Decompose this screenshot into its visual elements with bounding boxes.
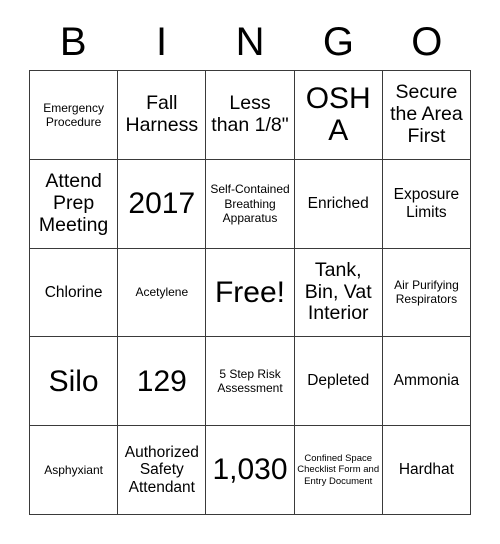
bingo-header-letter-n: N — [235, 20, 265, 64]
bingo-row: Attend Prep Meeting 2017 Self-Contained … — [30, 159, 472, 249]
bingo-cell-label: Secure the Area First — [390, 81, 463, 147]
bingo-cell[interactable]: Acetylene — [118, 248, 207, 338]
bingo-cell-label: Enriched — [307, 194, 369, 212]
bingo-cell[interactable]: Hardhat — [382, 426, 472, 515]
bingo-header-letter-i: I — [156, 20, 168, 64]
bingo-cell[interactable]: Silo — [30, 337, 119, 427]
bingo-cell-label: Depleted — [307, 372, 370, 390]
bingo-cell-label: Less than 1/8" — [211, 92, 289, 136]
bingo-cell-label: Confined Space Checklist Form and Entry … — [297, 453, 380, 487]
bingo-cell-label: Chlorine — [44, 283, 103, 301]
bingo-cell-label: 1,030 — [212, 453, 288, 487]
bingo-row: Emergency Procedure Fall Harness Less th… — [30, 71, 472, 160]
bingo-cell[interactable]: Chlorine — [30, 248, 119, 338]
bingo-cell-label: Tank, Bin, Vat Interior — [304, 258, 372, 325]
bingo-cell-label: Free! — [214, 275, 286, 309]
bingo-cell[interactable]: Secure the Area First — [382, 71, 472, 160]
bingo-cell-label: Hardhat — [398, 461, 454, 479]
bingo-cell[interactable]: Emergency Procedure — [30, 71, 119, 160]
bingo-cell[interactable]: Tank, Bin, Vat Interior — [294, 248, 383, 338]
bingo-cell-label: Silo — [48, 364, 99, 398]
bingo-grid: Emergency Procedure Fall Harness Less th… — [29, 70, 472, 515]
bingo-cell-label: Authorized Safety Attendant — [124, 443, 199, 496]
bingo-cell[interactable]: Attend Prep Meeting — [30, 159, 119, 249]
bingo-cell[interactable]: Exposure Limits — [382, 159, 472, 249]
bingo-cell[interactable]: Fall Harness — [118, 71, 207, 160]
bingo-cell-label: Ammonia — [393, 372, 460, 390]
bingo-cell-label: Fall Harness — [125, 92, 199, 136]
bingo-cell-label: Emergency Procedure — [43, 100, 104, 129]
bingo-cell-label: Self-Contained Breathing Apparatus — [210, 182, 290, 225]
bingo-cell[interactable]: 129 — [118, 337, 207, 427]
bingo-cell[interactable]: Confined Space Checklist Form and Entry … — [294, 426, 383, 515]
bingo-header-letter-g: G — [322, 20, 354, 64]
bingo-cell-free-space[interactable]: Free! — [206, 248, 295, 338]
bingo-cell[interactable]: 1,030 — [206, 426, 295, 515]
bingo-cell-label: Air Purifying Respirators — [394, 278, 459, 307]
bingo-cell[interactable]: Authorized Safety Attendant — [118, 426, 207, 515]
bingo-cell-label: OSHA — [305, 82, 371, 147]
bingo-cell[interactable]: 2017 — [118, 159, 207, 249]
bingo-cell[interactable]: Enriched — [294, 159, 383, 249]
bingo-card: B I N G O Emergency Procedure Fall Harne… — [29, 14, 472, 515]
bingo-cell[interactable]: Self-Contained Breathing Apparatus — [206, 159, 295, 249]
bingo-cell[interactable]: Air Purifying Respirators — [382, 248, 472, 338]
bingo-cell-label: 5 Step Risk Assessment — [217, 367, 283, 396]
bingo-row: Silo 129 5 Step Risk Assessment Depleted… — [30, 337, 472, 427]
bingo-cell[interactable]: 5 Step Risk Assessment — [206, 337, 295, 427]
bingo-cell-label: Acetylene — [135, 285, 189, 300]
bingo-cell[interactable]: Depleted — [294, 337, 383, 427]
bingo-cell[interactable]: Ammonia — [382, 337, 472, 427]
bingo-cell-label: Asphyxiant — [44, 463, 103, 477]
bingo-cell-label: 129 — [136, 364, 187, 398]
bingo-row: Asphyxiant Authorized Safety Attendant 1… — [30, 426, 472, 515]
bingo-cell[interactable]: OSHA — [294, 71, 383, 160]
bingo-header-letter-o: O — [411, 20, 443, 64]
bingo-cell-label: Attend Prep Meeting — [38, 169, 109, 236]
bingo-cell-label: Exposure Limits — [393, 186, 460, 221]
bingo-header-letter-b: B — [59, 20, 87, 64]
bingo-row: Chlorine Acetylene Free! Tank, Bin, Vat … — [30, 248, 472, 338]
bingo-cell-label: 2017 — [128, 186, 196, 220]
bingo-header: B I N G O — [29, 14, 471, 70]
bingo-cell[interactable]: Less than 1/8" — [206, 71, 295, 160]
bingo-cell[interactable]: Asphyxiant — [30, 426, 119, 515]
